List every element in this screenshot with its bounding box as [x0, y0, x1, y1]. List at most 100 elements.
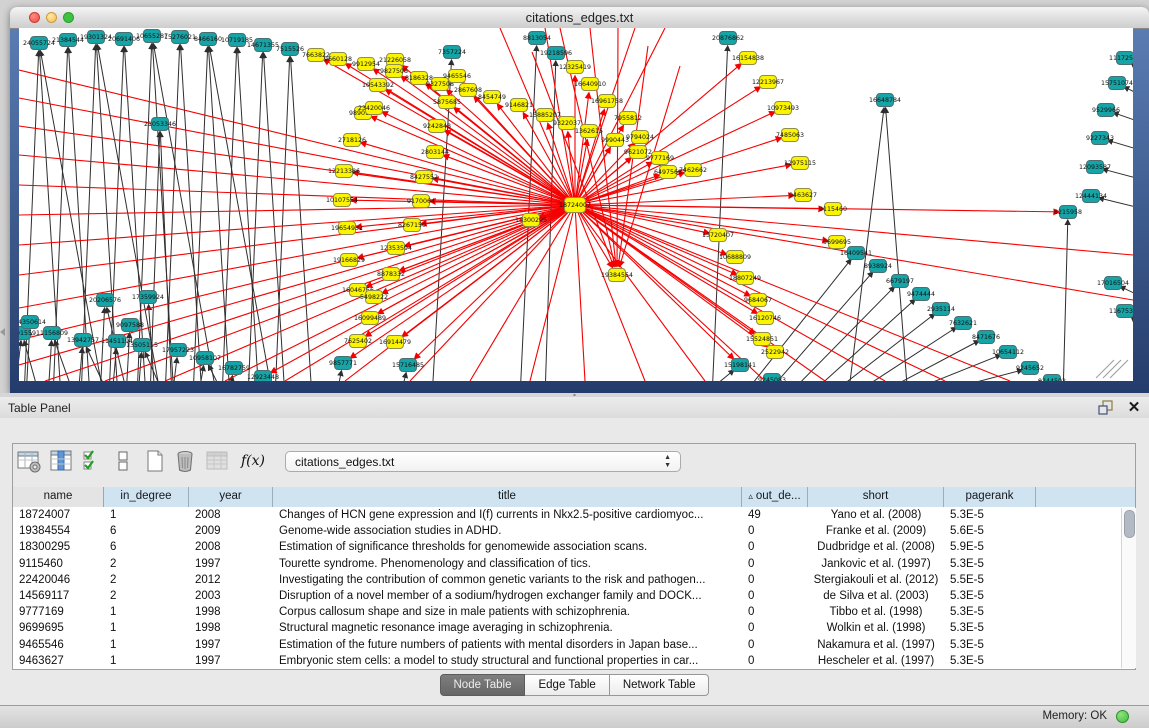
svg-text:9474444: 9474444 — [907, 291, 935, 298]
svg-text:2522942: 2522942 — [761, 349, 789, 356]
svg-text:23420046: 23420046 — [358, 105, 390, 112]
table-row[interactable]: 1938455462009Genome-wide association stu… — [13, 523, 1135, 539]
network-view-window: citations_edges.txt 24055724213845441930… — [10, 7, 1149, 393]
svg-text:19218596: 19218596 — [540, 50, 572, 57]
svg-text:13942757: 13942757 — [67, 337, 99, 344]
svg-text:17359924: 17359924 — [132, 294, 164, 301]
svg-text:16154838: 16154838 — [732, 55, 764, 62]
svg-text:15524851: 15524851 — [746, 336, 778, 343]
svg-text:15276021: 15276021 — [164, 34, 196, 41]
svg-text:17957223: 17957223 — [162, 347, 194, 354]
status-bar: Memory: OK — [0, 705, 1149, 728]
svg-text:9322037: 9322037 — [553, 120, 581, 127]
table-header-row: namein_degreeyeartitle▵out_de...shortpag… — [13, 487, 1135, 508]
table-row[interactable]: 977716911998Corpus callosum shape and si… — [13, 604, 1135, 620]
svg-text:8215958: 8215958 — [1054, 209, 1082, 216]
svg-text:12213967: 12213967 — [752, 79, 784, 86]
svg-text:16961758: 16961758 — [591, 98, 623, 105]
column-header-year[interactable]: year — [189, 487, 273, 507]
svg-text:16409541: 16409541 — [840, 250, 872, 257]
svg-text:20206576: 20206576 — [89, 297, 121, 304]
table-scrollbar[interactable] — [1121, 508, 1136, 668]
svg-text:18724007: 18724007 — [559, 202, 591, 209]
svg-text:15885207: 15885207 — [529, 112, 561, 119]
table-body[interactable]: 1872400712008Changes of HCN gene express… — [13, 507, 1135, 669]
svg-text:8427552: 8427552 — [410, 174, 438, 181]
svg-text:15716485: 15716485 — [392, 362, 424, 369]
table-row[interactable]: 1830029562008Estimation of significance … — [13, 539, 1135, 555]
table-panel-header: Table Panel ✕ — [0, 397, 1149, 419]
create-column-button[interactable] — [142, 448, 168, 474]
svg-text:9245652: 9245652 — [1016, 365, 1044, 372]
svg-text:11675318: 11675318 — [1109, 308, 1133, 315]
function-builder-button[interactable]: f(x) — [240, 448, 266, 474]
panel-collapse-arrow-icon[interactable] — [0, 328, 5, 336]
svg-text:16120746: 16120746 — [749, 315, 781, 322]
table-selector-dropdown[interactable]: citations_edges.txt ▲▼ — [285, 451, 681, 472]
table-row[interactable]: 911546021997Tourette syndrome. Phenomeno… — [13, 556, 1135, 572]
table-row[interactable]: 969969511998Structural magnetic resonanc… — [13, 620, 1135, 636]
svg-text:9242848: 9242848 — [423, 123, 451, 130]
network-canvas-container[interactable]: 2405572421384544193013242069140610655287… — [19, 28, 1133, 381]
svg-text:6497568: 6497568 — [654, 169, 682, 176]
row-height-button[interactable] — [110, 448, 136, 474]
svg-text:11156809: 11156809 — [36, 330, 68, 337]
svg-text:2718126: 2718126 — [338, 137, 366, 144]
svg-text:9699695: 9699695 — [823, 239, 851, 246]
svg-text:8454749: 8454749 — [478, 94, 506, 101]
svg-text:8878332: 8878332 — [377, 271, 405, 278]
column-header-filler — [1036, 487, 1135, 507]
svg-text:21226058: 21226058 — [379, 57, 411, 64]
table-row[interactable]: 946554611997Estimation of the future num… — [13, 637, 1135, 653]
svg-text:19384554: 19384554 — [601, 272, 633, 279]
svg-text:16782759: 16782759 — [218, 365, 250, 372]
svg-text:8466160: 8466160 — [194, 36, 222, 43]
delete-column-button[interactable] — [172, 448, 198, 474]
svg-text:12353594: 12353594 — [380, 245, 412, 252]
close-panel-icon[interactable]: ✕ — [1126, 400, 1142, 415]
svg-text:9529966: 9529966 — [1092, 107, 1120, 114]
table-row[interactable]: 2242004622012Investigating the contribut… — [13, 572, 1135, 588]
svg-text:14350614: 14350614 — [19, 319, 46, 326]
fx-icon: f(x) — [241, 453, 265, 469]
svg-text:5875685: 5875685 — [433, 99, 461, 106]
tab-node-table[interactable]: Node Table — [440, 674, 526, 696]
table-options-button[interactable] — [16, 448, 42, 474]
table-row[interactable]: 1456911722003Disruption of a novel membe… — [13, 588, 1135, 604]
show-columns-button[interactable] — [48, 448, 74, 474]
network-window-titlebar[interactable]: citations_edges.txt — [10, 7, 1149, 29]
table-row[interactable]: 946362711997Embryonic stem cells: a mode… — [13, 653, 1135, 669]
float-panel-icon[interactable] — [1098, 400, 1114, 415]
column-header-short[interactable]: short — [808, 487, 944, 507]
svg-text:13505115: 13505115 — [126, 342, 158, 349]
svg-text:10543392: 10543392 — [362, 82, 394, 89]
column-header-name[interactable]: name — [13, 487, 104, 507]
svg-text:12213386: 12213386 — [328, 168, 360, 175]
column-header-in_degree[interactable]: in_degree — [104, 487, 189, 507]
svg-text:9777169: 9777169 — [646, 155, 674, 162]
delete-table-button-disabled — [204, 448, 230, 474]
network-canvas[interactable]: 2405572421384544193013242069140610655287… — [19, 28, 1133, 381]
table-row[interactable]: 1872400712008Changes of HCN gene express… — [13, 507, 1135, 523]
svg-text:9146821: 9146821 — [505, 102, 533, 109]
network-window-title: citations_edges.txt — [10, 10, 1149, 25]
table-selector-value: citations_edges.txt — [295, 455, 394, 469]
svg-text:1362615: 1362615 — [575, 128, 603, 135]
svg-text:24055724: 24055724 — [23, 40, 55, 47]
table-scrollbar-thumb[interactable] — [1124, 510, 1135, 538]
table-panel-body: f(x) citations_edges.txt ▲▼ namein_degre… — [0, 418, 1149, 727]
column-header-title[interactable]: title — [273, 487, 742, 507]
svg-text:9463627: 9463627 — [789, 192, 817, 199]
column-header-out_de[interactable]: ▵out_de... — [742, 487, 808, 507]
svg-text:9115460: 9115460 — [819, 206, 847, 213]
tab-edge-table[interactable]: Edge Table — [525, 674, 609, 696]
svg-text:16648784: 16648784 — [869, 97, 901, 104]
svg-text:9912954: 9912954 — [352, 61, 380, 68]
svg-text:9227343: 9227343 — [1086, 135, 1114, 142]
column-header-pagerank[interactable]: pagerank — [944, 487, 1036, 507]
svg-text:10107554: 10107554 — [326, 197, 358, 204]
select-attributes-button[interactable] — [80, 448, 106, 474]
svg-text:11172524: 11172524 — [1109, 55, 1133, 62]
svg-text:12975115: 12975115 — [784, 160, 816, 167]
tab-network-table[interactable]: Network Table — [610, 674, 710, 696]
